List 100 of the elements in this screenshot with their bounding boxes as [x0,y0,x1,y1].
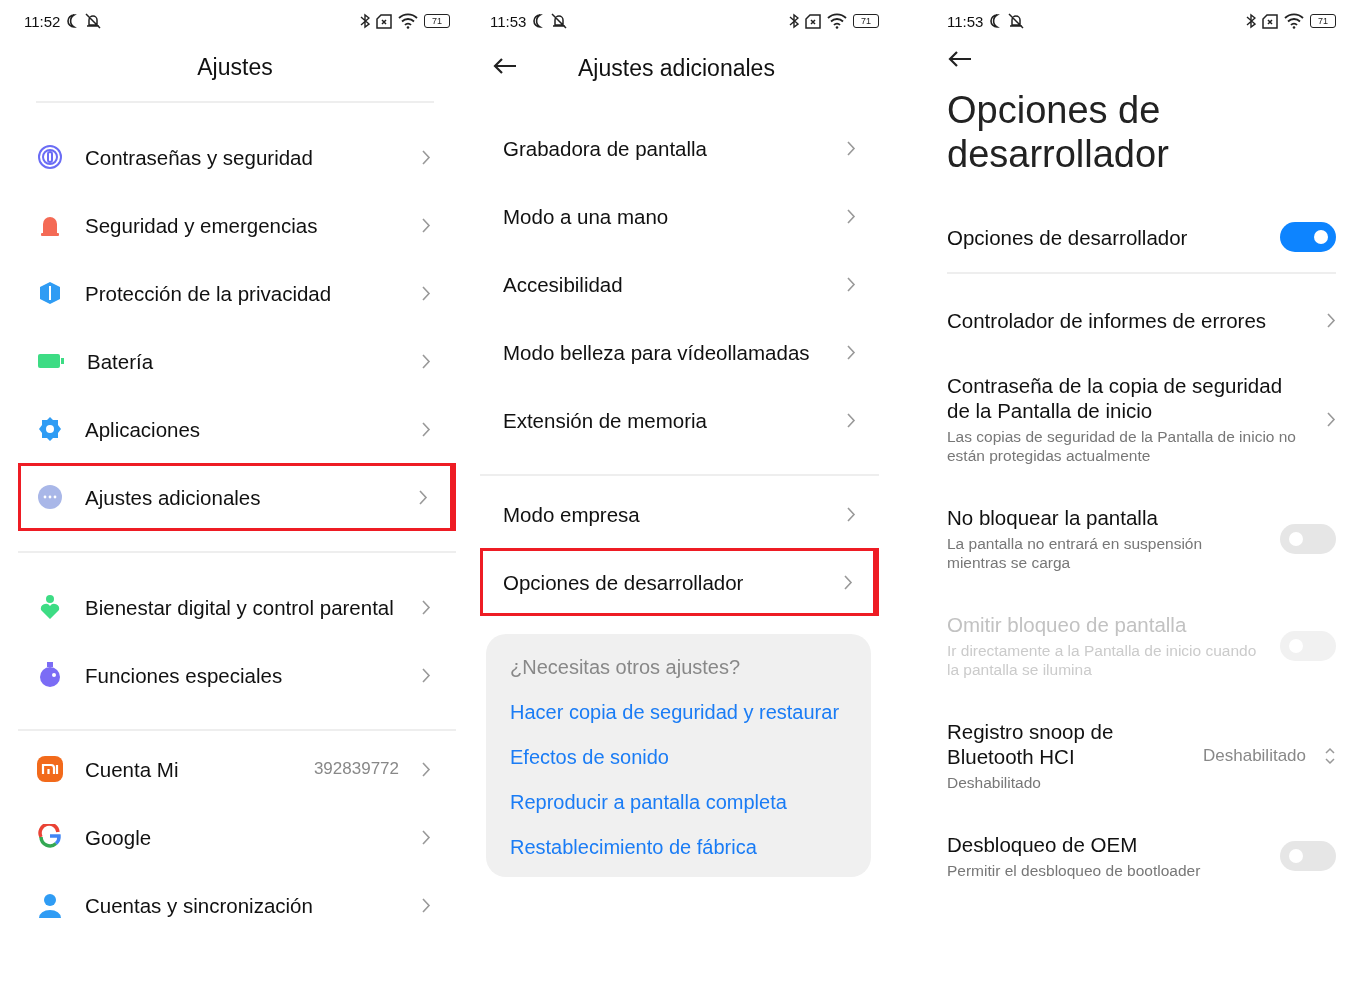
bluetooth-icon [789,13,799,29]
settings-item[interactable]: Google [18,803,456,871]
settings-item[interactable]: Ajustes adicionales [18,463,456,531]
settings-item[interactable]: Batería [18,327,456,395]
bluetooth-icon [1246,13,1256,29]
item-label: Extensión de memoria [503,407,708,433]
settings-item[interactable]: Cuenta Mi 392839772 [18,735,456,803]
setting-label: Registro snoop de Bluetooth HCI [947,719,1115,769]
chevron-right-icon [1326,312,1336,329]
muted-bell-icon [1007,13,1026,29]
chevron-right-icon [421,148,431,166]
muted-bell-icon [550,13,569,29]
item-label: Grabadora de pantalla [503,135,708,161]
settings-item[interactable]: Grabadora de pantalla [480,114,879,182]
item-label: Funciones especiales [85,662,284,688]
item-label: Cuenta Mi [85,756,180,782]
settings-item[interactable]: Aplicaciones [18,395,456,463]
item-label: Cuentas y sincronización [85,892,314,918]
settings-item[interactable]: Bienestar digital y control parental [18,573,456,641]
item-label: Google [85,824,153,850]
item-label: Protección de la privacidad [85,280,333,306]
fingerprint-icon [37,144,63,170]
suggestion-link[interactable]: Efectos de sonido [510,746,847,769]
setting-description: Permitir el desbloqueo de bootloader [947,861,1202,880]
item-label: Ajustes adicionales [85,484,262,510]
setting-label: Opciones de desarrollador [947,224,1189,250]
chevron-right-icon [846,343,856,361]
item-label: Modo a una mano [503,203,670,229]
settings-item[interactable]: Extensión de memoria [480,386,879,454]
chevron-right-icon [421,352,431,370]
setting-label: Desbloqueo de OEM [947,832,1139,857]
chevron-right-icon [843,573,853,591]
google-logo-icon [37,824,63,850]
chevron-right-icon [421,420,431,438]
item-label: Contraseñas y seguridad [85,144,314,170]
select-value[interactable]: Deshabilitado [1203,745,1306,766]
item-label: Batería [87,348,155,374]
settings-item[interactable]: Modo empresa [480,480,879,548]
setting-description: Deshabilitado [947,773,1042,792]
setting-label: Omitir bloqueo de pantalla [947,612,1188,637]
card-heading: ¿Necesitas otros ajustes? [510,656,742,679]
mi-logo-icon [37,756,63,782]
chevron-right-icon [421,896,431,914]
settings-item[interactable]: Modo belleza para vídeollamadas [480,318,879,386]
suggestion-link[interactable]: Hacer copia de seguridad y restaurar [510,701,847,724]
sim-error-icon [805,13,821,29]
setting-label: Controlador de informes de errores [947,308,1268,333]
wifi-icon [398,13,418,29]
setting-label: No bloquear la pantalla [947,505,1159,530]
status-time: 11:52 [24,12,61,30]
settings-item[interactable]: Contraseñas y seguridad [18,123,456,191]
wifi-icon [827,13,847,29]
back-arrow-icon[interactable] [492,57,518,75]
suggestion-link[interactable]: Reproducir a pantalla completa [510,791,847,814]
chevron-right-icon [421,216,431,234]
toggle-switch[interactable] [1280,222,1336,252]
settings-item[interactable]: Seguridad y emergencias [18,191,456,259]
sim-error-icon [1262,13,1278,29]
setting-description: La pantalla no entrará en suspensión mientras se carga [947,534,1204,572]
muted-bell-icon [84,13,103,29]
item-label: Accesibilidad [503,271,624,297]
back-arrow-icon[interactable] [947,50,973,68]
settings-item[interactable]: Modo a una mano [480,182,879,250]
page-title: Opciones de desarrollador [947,88,1170,176]
item-label: Bienestar digital y control parental [85,594,395,620]
item-label: Seguridad y emergencias [85,212,319,238]
status-time: 11:53 [947,12,984,30]
battery-indicator: 71 [853,14,879,28]
chevron-right-icon [1326,410,1336,428]
more-icon [37,484,63,510]
battery-indicator: 71 [1310,14,1336,28]
chevron-right-icon [418,488,428,506]
chevron-right-icon [846,411,856,429]
toggle-switch[interactable] [1280,841,1336,871]
chevron-right-icon [846,139,856,157]
person-icon [37,892,63,918]
toggle-switch[interactable] [1280,523,1336,554]
up-down-chevron-icon [1324,745,1336,766]
settings-item[interactable]: Funciones especiales [18,641,456,709]
bluetooth-icon [360,13,370,29]
battery-indicator: 71 [424,14,450,28]
chevron-right-icon [421,284,431,302]
suggestion-link[interactable]: Restablecimiento de fábrica [510,836,847,859]
settings-item[interactable]: Accesibilidad [480,250,879,318]
chevron-right-icon [421,760,431,778]
item-value: 392839772 [313,759,399,779]
chevron-right-icon [846,505,856,523]
item-label: Modo empresa [503,501,641,527]
screen-title: Ajustes [36,42,434,103]
chevron-right-icon [421,666,431,684]
shield-icon [37,280,63,306]
settings-item[interactable]: Cuentas y sincronización [18,871,456,939]
settings-item[interactable]: Opciones de desarrollador [480,548,879,616]
chevron-right-icon [846,207,856,225]
wifi-icon [1284,13,1304,29]
chevron-right-icon [846,275,856,293]
item-label: Modo belleza para vídeollamadas [503,339,811,365]
item-label: Opciones de desarrollador [503,569,745,595]
settings-item[interactable]: Protección de la privacidad [18,259,456,327]
flask-icon [37,661,63,689]
